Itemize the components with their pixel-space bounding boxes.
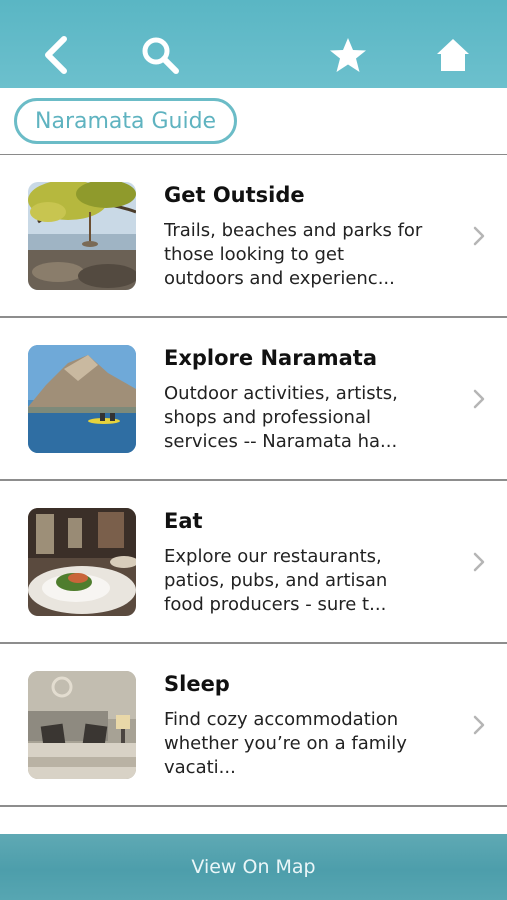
item-description: Trails, beaches and parks for those look… — [164, 220, 423, 289]
category-list: Get Outside Trails, beaches and parks fo… — [0, 155, 507, 807]
guide-pill-row: Naramata Guide — [0, 88, 507, 155]
list-item[interactable]: Sleep Find cozy accommodation whether yo… — [0, 644, 507, 807]
search-button[interactable] — [135, 30, 185, 80]
list-item[interactable]: Eat Explore our restaurants, patios, pub… — [0, 481, 507, 644]
item-description: Find cozy accommodation whether you’re o… — [164, 709, 407, 778]
lake-shore-tree-photo — [28, 182, 136, 290]
chevron-right-icon — [473, 226, 485, 246]
favorites-button[interactable] — [323, 30, 373, 80]
back-button[interactable] — [30, 30, 80, 80]
chevron-right-icon — [473, 715, 485, 735]
item-title: Get Outside — [164, 183, 305, 207]
item-description: Outdoor activities, artists, shops and p… — [164, 383, 398, 452]
item-title: Explore Naramata — [164, 346, 377, 370]
item-title: Eat — [164, 509, 203, 533]
search-icon — [142, 37, 179, 74]
back-icon — [45, 36, 67, 74]
guide-pill-label: Naramata Guide — [35, 108, 217, 134]
list-item[interactable]: Explore Naramata Outdoor activities, art… — [0, 318, 507, 481]
mountain-lake-kayak-photo — [28, 345, 136, 453]
home-icon — [437, 39, 469, 71]
item-description: Explore our restaurants, patios, pubs, a… — [164, 546, 388, 615]
chevron-right-icon — [473, 389, 485, 409]
view-on-map-label: View On Map — [191, 856, 316, 878]
star-icon — [330, 38, 366, 72]
list-item[interactable]: Get Outside Trails, beaches and parks fo… — [0, 155, 507, 318]
chevron-right-icon — [473, 552, 485, 572]
row-divider — [0, 805, 507, 807]
hotel-bedroom-photo — [28, 671, 136, 779]
view-on-map-button[interactable]: View On Map — [0, 834, 507, 900]
item-title: Sleep — [164, 672, 230, 696]
guide-pill[interactable]: Naramata Guide — [14, 98, 238, 144]
home-button[interactable] — [428, 30, 478, 80]
restaurant-plate-photo — [28, 508, 136, 616]
top-nav-bar — [0, 0, 507, 88]
